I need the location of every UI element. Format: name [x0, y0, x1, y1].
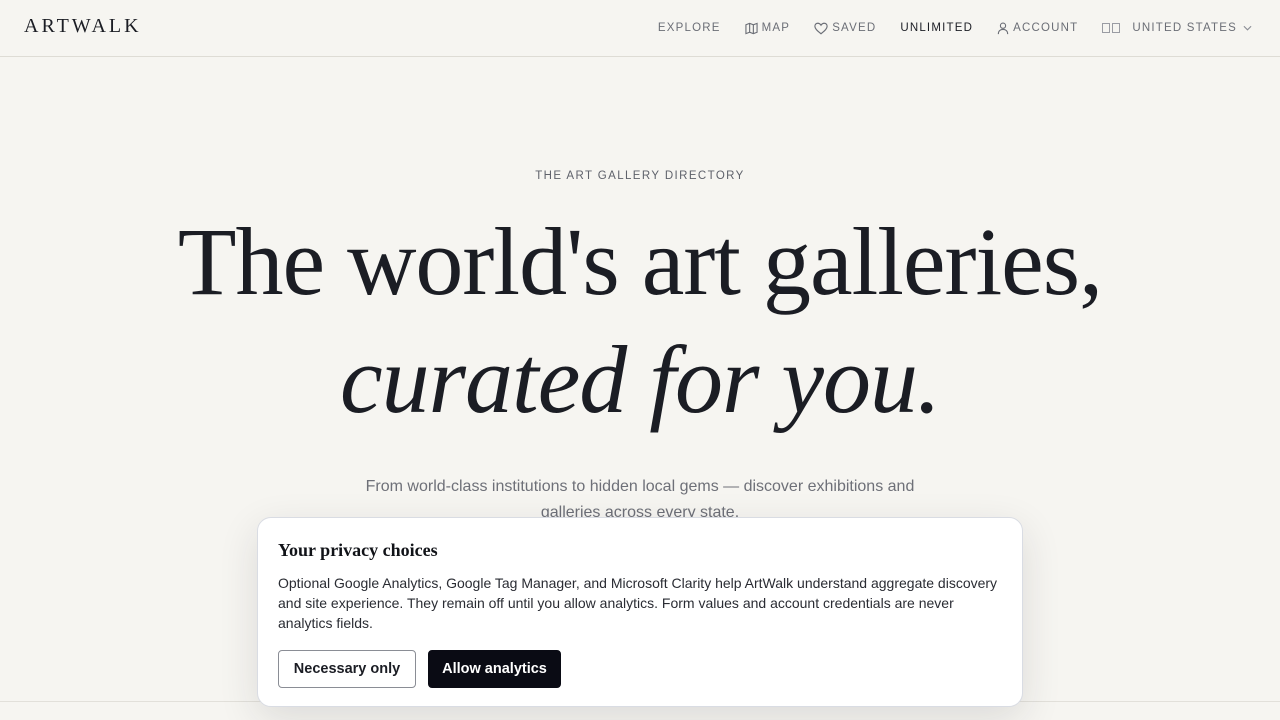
country-selector[interactable]: UNITED STATES	[1102, 22, 1256, 34]
nav-map[interactable]: MAP	[745, 22, 791, 35]
consent-body: Optional Google Analytics, Google Tag Ma…	[278, 575, 998, 631]
heart-icon	[814, 22, 828, 34]
nav-account-label: ACCOUNT	[1013, 22, 1079, 34]
hero-headline-line1: The world's art galleries,	[177, 208, 1103, 315]
hero-headline-line2: curated for you.	[340, 326, 941, 433]
consent-title: Your privacy choices	[278, 540, 438, 560]
nav-unlimited-label: UNLIMITED	[900, 22, 974, 34]
hero-eyebrow: THE ART GALLERY DIRECTORY	[535, 170, 745, 182]
artwalk-logo[interactable]: ARTWALK	[24, 15, 142, 38]
chevron-down-icon	[1243, 25, 1252, 31]
nav-explore[interactable]: EXPLORE	[658, 22, 721, 34]
flag-icon	[1102, 23, 1122, 33]
user-icon	[997, 22, 1009, 34]
nav-account[interactable]: ACCOUNT	[997, 22, 1078, 35]
site-header: ARTWALK EXPLORE MAP SAVED UNLIMITED ACCO…	[0, 0, 1280, 57]
nav-unlimited[interactable]: UNLIMITED	[900, 22, 973, 34]
country-label: UNITED STATES	[1132, 22, 1237, 34]
nav-saved-label: SAVED	[832, 22, 877, 34]
main-nav: EXPLORE MAP SAVED UNLIMITED ACCOUNT UNIT…	[634, 0, 1256, 56]
consent-actions: Necessary only Allow analytics	[278, 650, 561, 688]
nav-saved[interactable]: SAVED	[814, 22, 876, 35]
nav-map-label: MAP	[761, 22, 791, 34]
allow-analytics-button[interactable]: Allow analytics	[428, 650, 561, 688]
nav-explore-label: EXPLORE	[657, 22, 721, 34]
necessary-only-button[interactable]: Necessary only	[278, 650, 416, 688]
map-icon	[745, 22, 758, 34]
privacy-consent-dialog: Your privacy choices Optional Google Ana…	[257, 517, 1023, 707]
